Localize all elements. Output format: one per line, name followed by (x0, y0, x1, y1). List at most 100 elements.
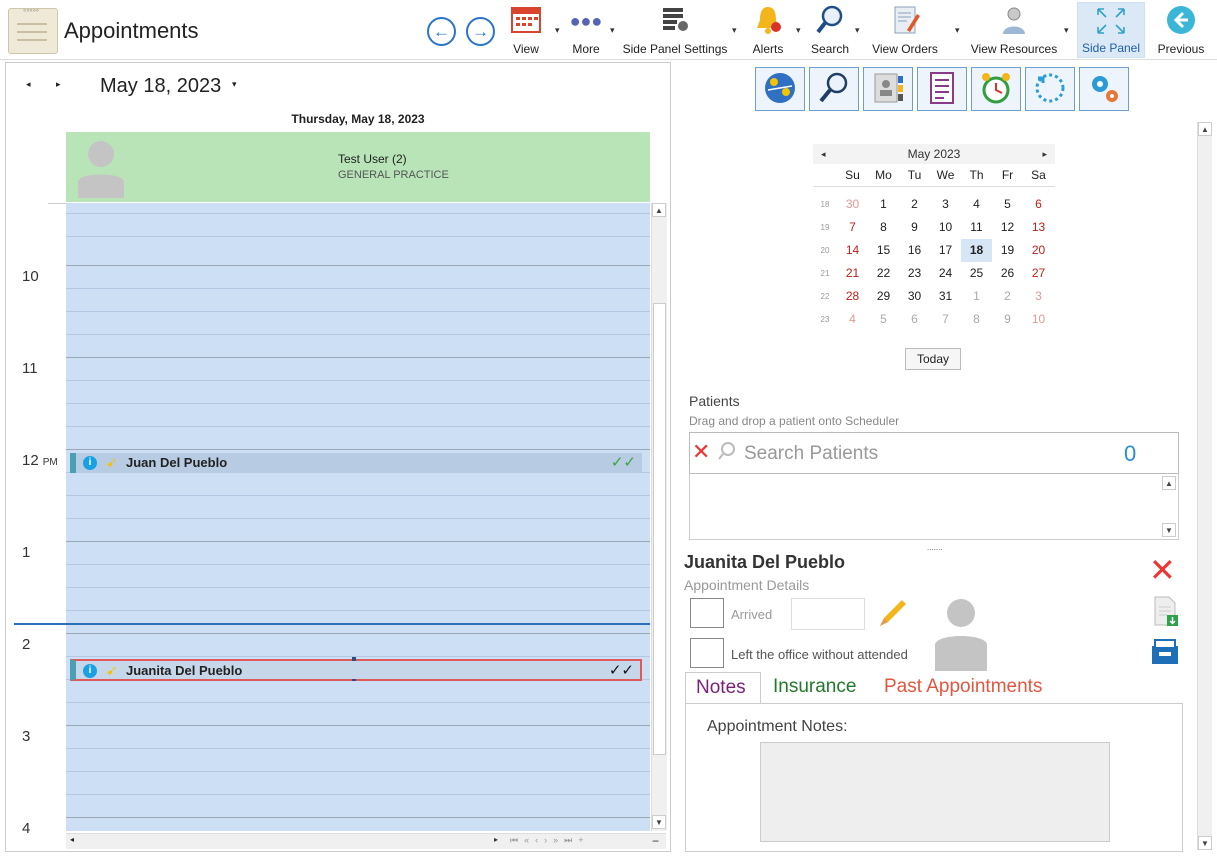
calendar-next-month[interactable]: ▸ (1042, 144, 1047, 164)
arrived-checkbox[interactable] (690, 598, 724, 628)
scrollbar-thumb[interactable] (653, 303, 666, 755)
calendar-day[interactable]: 28 (837, 285, 868, 308)
calendar-day[interactable]: 13 (1023, 216, 1054, 239)
calendar-day[interactable]: 10 (1023, 308, 1054, 331)
side-panel-scrollbar[interactable]: ▲ ▼ (1197, 122, 1212, 850)
calendar-day[interactable]: 15 (868, 239, 899, 262)
delete-appointment-icon[interactable]: ✕ (1149, 554, 1176, 586)
scroll-down-button[interactable]: ▼ (652, 815, 666, 829)
date-dropdown-caret[interactable]: ▾ (232, 79, 237, 90)
alerts-dropdown-caret[interactable]: ▾ (796, 25, 801, 36)
calendar-day[interactable]: 1 (961, 285, 992, 308)
calendar-day[interactable]: 27 (1023, 262, 1054, 285)
calendar-day[interactable]: 16 (899, 239, 930, 262)
calendar-day[interactable]: 6 (1023, 193, 1054, 216)
calendar-day[interactable]: 9 (899, 216, 930, 239)
prev-day-button[interactable]: ◂ (26, 79, 31, 90)
side-scroll-down-button[interactable]: ▼ (1198, 836, 1212, 850)
calendar-day[interactable]: 21 (837, 262, 868, 285)
resize-handle-top[interactable] (352, 657, 356, 661)
forward-circle-icon[interactable]: → (466, 17, 495, 46)
scheduler-vertical-scrollbar[interactable]: ▲ ▼ (651, 203, 667, 831)
checklist-tool-button[interactable] (917, 67, 967, 111)
today-button[interactable]: Today (905, 348, 961, 370)
calendar-day[interactable]: 25 (961, 262, 992, 285)
calendar-day[interactable]: 24 (930, 262, 961, 285)
calendar-day[interactable]: 10 (930, 216, 961, 239)
splitter-grip[interactable]: ....... (927, 543, 943, 552)
calendar-day[interactable]: 8 (961, 308, 992, 331)
time-slots-grid[interactable] (66, 203, 650, 831)
calendar-day[interactable]: 11 (961, 216, 992, 239)
tab-notes[interactable]: Notes (685, 672, 761, 704)
arrived-time-field[interactable] (791, 598, 865, 630)
search-dropdown-caret[interactable]: ▾ (855, 25, 860, 36)
scroll-left-button[interactable]: ◂ (70, 835, 74, 844)
appointment-juan[interactable]: i ➹ Juan Del Pueblo ✓✓ (70, 453, 642, 473)
calendar-day-selected[interactable]: 18 (961, 239, 992, 262)
previous-button[interactable]: Previous (1152, 4, 1210, 58)
calendar-day[interactable]: 26 (992, 262, 1023, 285)
side-scroll-up-button[interactable]: ▲ (1198, 122, 1212, 136)
tab-insurance[interactable]: Insurance (763, 672, 866, 704)
search-button[interactable]: Search (808, 4, 852, 58)
magnifier-tool-button[interactable] (809, 67, 859, 111)
side-panel-button[interactable]: Side Panel (1077, 2, 1145, 58)
calendar-month-label[interactable]: May 2023 (908, 147, 961, 161)
calendar-day[interactable]: 3 (930, 193, 961, 216)
view-resources-button[interactable]: View Resources (968, 4, 1060, 58)
patient-search-input[interactable]: Search Patients (744, 443, 878, 465)
refresh-tool-button[interactable] (1025, 67, 1075, 111)
calendar-day[interactable]: 2 (899, 193, 930, 216)
view-dropdown-caret[interactable]: ▾ (555, 25, 560, 36)
calendar-day[interactable]: 6 (899, 308, 930, 331)
back-circle-icon[interactable]: ← (427, 17, 456, 46)
scroll-right-button[interactable]: ▸ (494, 835, 498, 844)
calendar-day[interactable]: 7 (837, 216, 868, 239)
calendar-day[interactable]: 19 (992, 239, 1023, 262)
calendar-day[interactable]: 30 (837, 193, 868, 216)
calendar-day[interactable]: 7 (930, 308, 961, 331)
calendar-day[interactable]: 9 (992, 308, 1023, 331)
calendar-day[interactable]: 5 (992, 193, 1023, 216)
more-dropdown-caret[interactable]: ▾ (610, 25, 615, 36)
calendar-day[interactable]: 20 (1023, 239, 1054, 262)
patient-list[interactable]: ▲ ▼ (689, 474, 1179, 540)
calendar-day[interactable]: 4 (837, 308, 868, 331)
calendar-day[interactable]: 31 (930, 285, 961, 308)
calendar-prev-month[interactable]: ◂ (821, 144, 826, 164)
resize-handle-bottom[interactable] (352, 679, 356, 681)
calendar-day[interactable]: 29 (868, 285, 899, 308)
alerts-button[interactable]: Alerts (748, 4, 788, 58)
settings-dropdown-caret[interactable]: ▾ (732, 25, 737, 36)
settings-tool-button[interactable] (1079, 67, 1129, 111)
scroll-up-button[interactable]: ▲ (652, 203, 666, 217)
resources-dropdown-caret[interactable]: ▾ (1064, 25, 1069, 36)
calendar-day[interactable]: 22 (868, 262, 899, 285)
info-icon[interactable]: i (83, 664, 97, 678)
calendar-day[interactable]: 8 (868, 216, 899, 239)
notes-textarea[interactable] (760, 742, 1110, 842)
info-icon[interactable]: i (83, 456, 97, 470)
view-button[interactable]: View (506, 4, 546, 58)
archive-box-icon[interactable] (1149, 636, 1181, 673)
next-day-button[interactable]: ▸ (56, 79, 61, 90)
edit-pencil-icon[interactable] (876, 596, 910, 635)
globe-tool-button[interactable] (755, 67, 805, 111)
calendar-day[interactable]: 5 (868, 308, 899, 331)
calendar-day[interactable]: 3 (1023, 285, 1054, 308)
calendar-day[interactable]: 4 (961, 193, 992, 216)
list-scroll-down[interactable]: ▼ (1162, 523, 1176, 537)
calendar-day[interactable]: 14 (837, 239, 868, 262)
clear-search-icon[interactable]: ✕ (692, 439, 710, 465)
calendar-day[interactable]: 23 (899, 262, 930, 285)
date-picker-label[interactable]: May 18, 2023 (100, 75, 221, 98)
alarm-tool-button[interactable] (971, 67, 1021, 111)
orders-dropdown-caret[interactable]: ▾ (955, 25, 960, 36)
pager-controls[interactable]: ⏮«‹›»⏭+ (510, 835, 589, 846)
calendar-day[interactable]: 12 (992, 216, 1023, 239)
calendar-day[interactable]: 1 (868, 193, 899, 216)
document-download-icon[interactable] (1151, 595, 1181, 632)
left-office-checkbox[interactable] (690, 638, 724, 668)
calendar-day[interactable]: 17 (930, 239, 961, 262)
